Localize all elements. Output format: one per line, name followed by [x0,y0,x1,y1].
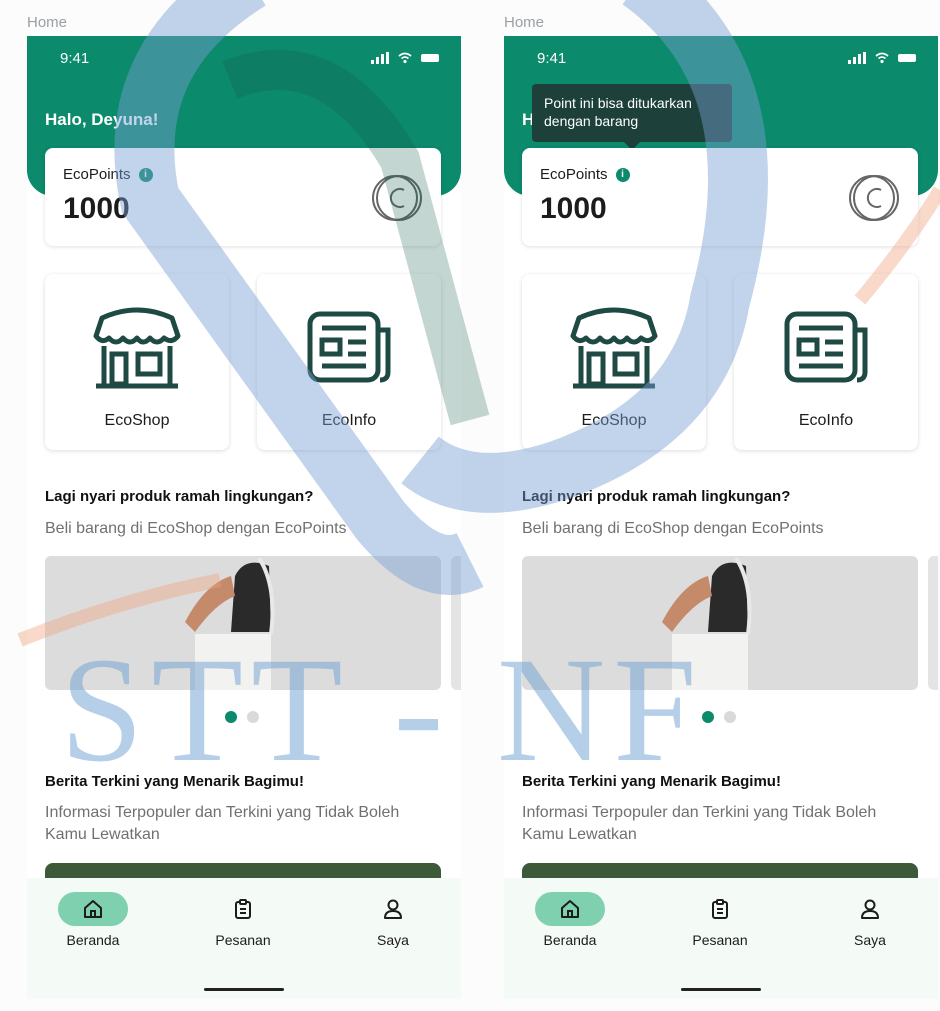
phone-screen-home-tooltip: 9:41 Halo, Deyuna! Point ini bisa dituka… [504,36,938,999]
clipboard-icon [235,899,251,919]
nav-item-saya[interactable]: Saya [333,892,453,948]
carousel-dot[interactable] [724,711,736,723]
next-banner-peek[interactable] [928,556,938,690]
clipboard-icon [712,899,728,919]
ecopoints-label: EcoPoints [540,166,608,183]
user-icon [861,899,879,919]
status-time: 9:41 [60,50,90,67]
promo-subtitle: Beli barang di EcoShop dengan EcoPoints [522,520,824,537]
news-icon [784,311,868,383]
status-time: 9:41 [537,50,567,67]
shop-icon [93,307,181,389]
promo-subtitle: Beli barang di EcoShop dengan EcoPoints [45,520,347,537]
ecoshop-label: EcoShop [581,412,647,429]
nav-label-pesanan: Pesanan [692,932,748,948]
nav-label-saya: Saya [854,932,886,948]
promo-banner-image[interactable] [522,556,918,690]
promo-title: Lagi nyari produk ramah lingkungan? [522,488,791,505]
ecopoints-label: EcoPoints [63,166,131,183]
bottom-nav: Beranda Pesanan Saya [504,878,938,999]
ecoinfo-label: EcoInfo [321,412,377,429]
frame-label-home-tooltip: Home [504,14,545,31]
frame-label-home: Home [27,14,68,31]
phone-screen-home: 9:41 Halo, Deyuna! EcoPoints i 1000 EcoS… [27,36,461,999]
nav-label-pesanan: Pesanan [215,932,271,948]
nav-item-beranda[interactable]: Beranda [510,892,630,948]
bottom-nav: Beranda Pesanan Saya [27,878,461,999]
ecoinfo-tile[interactable]: EcoInfo [734,274,918,450]
home-indicator [204,988,284,991]
status-bar: 9:41 [537,50,916,70]
ecoshop-tile[interactable]: EcoShop [522,274,706,450]
carousel-dot-active[interactable] [702,711,714,723]
ecoinfo-tile[interactable]: EcoInfo [257,274,441,450]
ecopoints-value: 1000 [540,192,607,225]
ecoshop-tile[interactable]: EcoShop [45,274,229,450]
wifi-icon [398,52,412,64]
carousel-dot[interactable] [247,711,259,723]
battery-icon [421,54,439,62]
ecopoints-tooltip: Point ini bisa ditukarkan dengan barang [532,84,732,150]
next-banner-peek[interactable] [451,556,461,690]
home-icon [84,900,102,918]
shop-icon [570,307,658,389]
coin-icon [849,175,899,221]
carousel-dot-active[interactable] [225,711,237,723]
news-icon [307,311,391,383]
greeting-text: Halo, Deyuna! [45,110,159,129]
home-indicator [681,988,761,991]
battery-icon [898,54,916,62]
news-subtitle: Informasi Terpopuler dan Terkini yang Ti… [522,804,877,843]
ecopoints-card[interactable]: EcoPoints i 1000 [522,148,918,246]
nav-item-saya[interactable]: Saya [810,892,930,948]
user-icon [384,899,402,919]
news-title: Berita Terkini yang Menarik Bagimu! [522,773,781,790]
ecopoints-value: 1000 [63,192,130,225]
ecopoints-card[interactable]: EcoPoints i 1000 [45,148,441,246]
status-bar: 9:41 [60,50,439,70]
ecoinfo-label: EcoInfo [798,412,854,429]
info-icon[interactable]: i [138,167,153,182]
signal-icon [848,52,866,64]
carousel-indicator [702,711,736,723]
news-title: Berita Terkini yang Menarik Bagimu! [45,773,304,790]
nav-item-pesanan[interactable]: Pesanan [660,892,780,948]
news-subtitle: Informasi Terpopuler dan Terkini yang Ti… [45,804,400,843]
wifi-icon [875,52,889,64]
coin-icon [372,175,422,221]
home-icon [561,900,579,918]
carousel-indicator [225,711,259,723]
promo-title: Lagi nyari produk ramah lingkungan? [45,488,314,505]
signal-icon [371,52,389,64]
ecoshop-label: EcoShop [104,412,170,429]
nav-item-pesanan[interactable]: Pesanan [183,892,303,948]
nav-label-beranda: Beranda [66,932,120,948]
nav-item-beranda[interactable]: Beranda [33,892,153,948]
info-icon[interactable]: i [615,167,630,182]
nav-label-saya: Saya [377,932,409,948]
nav-label-beranda: Beranda [543,932,597,948]
promo-banner-image[interactable] [45,556,441,690]
